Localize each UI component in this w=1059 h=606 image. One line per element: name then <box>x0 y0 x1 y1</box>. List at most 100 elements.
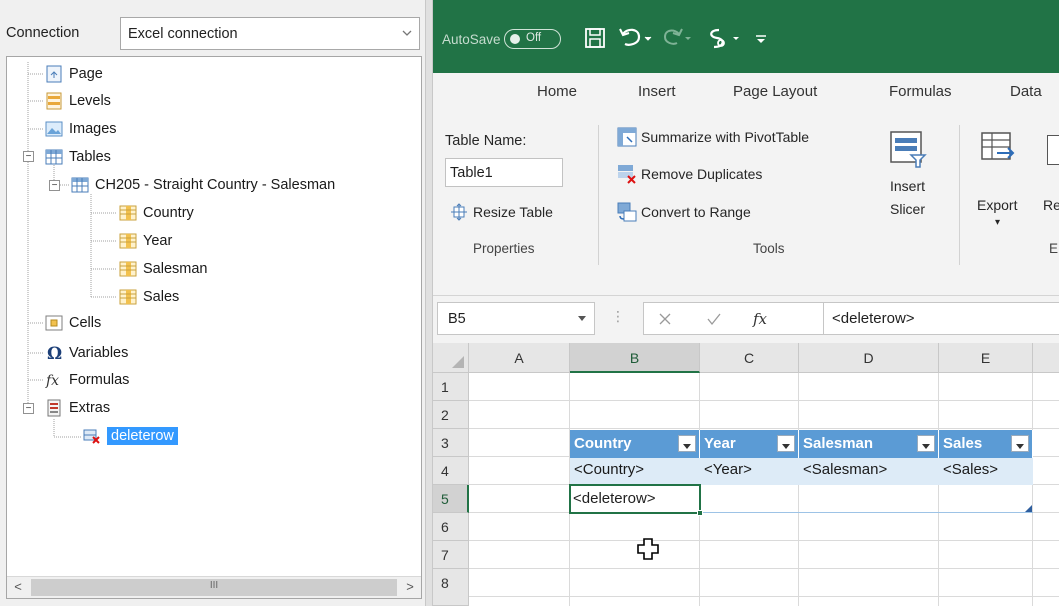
summarize-pivottable-button[interactable]: Summarize with PivotTable <box>617 127 809 147</box>
export-button[interactable]: Export ▾ <box>973 129 1029 229</box>
scroll-right-button[interactable]: > <box>399 577 421 598</box>
table-icon <box>71 177 89 193</box>
tree-horizontal-scrollbar[interactable]: < III > <box>7 576 421 598</box>
tree-item-label: Country <box>143 205 194 221</box>
row-header-4[interactable]: 4 <box>433 457 469 485</box>
name-box-value: B5 <box>448 311 466 327</box>
scroll-thumb[interactable]: III <box>31 579 397 596</box>
tree-item-salesman[interactable]: Salesman <box>119 258 207 280</box>
tree-item-cells[interactable]: Cells <box>45 312 101 334</box>
table-header-salesman[interactable]: Salesman <box>799 430 939 458</box>
formula-input[interactable]: <deleterow> <box>823 302 1059 335</box>
table-cell-year[interactable]: <Year> <box>700 461 752 478</box>
insert-slicer-button[interactable]: Insert Slicer <box>881 129 937 229</box>
tree-item-label: Salesman <box>143 261 208 277</box>
column-header-d[interactable]: D <box>799 343 939 373</box>
tree-item-label: Year <box>143 233 173 249</box>
template-tree[interactable]: − − − Page Levels Images Tables CH205 - … <box>6 56 422 599</box>
table-header-sales[interactable]: Sales <box>939 430 1033 458</box>
tree-item-tables[interactable]: Tables <box>45 146 111 168</box>
tree-item-year[interactable]: Year <box>119 230 172 252</box>
enter-icon[interactable] <box>706 312 722 326</box>
slicer-icon <box>890 131 927 168</box>
tree-item-formulas[interactable]: fx Formulas <box>45 369 129 391</box>
tree-item-sales[interactable]: Sales <box>119 286 179 308</box>
insert-slicer-label-1: Insert <box>890 178 926 194</box>
fill-handle[interactable] <box>697 510 703 516</box>
images-icon <box>45 121 63 137</box>
autosave-toggle[interactable]: Off <box>504 29 561 49</box>
row-header-5[interactable]: 5 <box>433 485 469 513</box>
row-header-6[interactable]: 6 <box>433 513 469 541</box>
panel-splitter[interactable] <box>425 0 433 606</box>
row-header-8[interactable]: 8 <box>433 569 469 606</box>
excel-window: AutoSave Off Home Insert Page Layout For… <box>433 0 1059 606</box>
tree-item-label: Sales <box>143 289 180 305</box>
save-icon[interactable] <box>583 25 607 51</box>
row-header-3[interactable]: 3 <box>433 429 469 457</box>
worksheet-grid[interactable]: A B C D E 1 2 3 4 5 6 7 8 Country Year S… <box>433 343 1059 606</box>
tree-item-levels[interactable]: Levels <box>45 90 111 112</box>
table-cell-salesman[interactable]: <Salesman> <box>799 461 887 478</box>
name-box-dropdown-icon[interactable] <box>578 316 586 321</box>
tree-item-country[interactable]: Country <box>119 202 194 224</box>
tree-item-table-ch205[interactable]: CH205 - Straight Country - Salesman <box>71 174 335 196</box>
table-cell-country[interactable]: <Country> <box>570 461 644 478</box>
column-header-b[interactable]: B <box>570 343 700 373</box>
select-all-corner[interactable] <box>433 343 469 373</box>
table-collapse-toggle[interactable]: − <box>49 180 60 191</box>
column-header-a[interactable]: A <box>469 343 570 373</box>
column-header-c[interactable]: C <box>700 343 799 373</box>
connection-dropdown[interactable]: Excel connection <box>120 17 420 50</box>
extras-collapse-toggle[interactable]: − <box>23 403 34 414</box>
convert-to-range-icon <box>617 202 637 222</box>
column-header-f[interactable] <box>1033 343 1059 373</box>
active-cell-b5[interactable]: <deleterow> <box>569 484 701 514</box>
gridline <box>469 540 1059 541</box>
tree-item-variables[interactable]: Ω Variables <box>45 342 128 364</box>
customize-toolbar-icon[interactable] <box>751 25 771 51</box>
table-header-year[interactable]: Year <box>700 430 799 458</box>
tab-home[interactable]: Home <box>537 83 577 100</box>
properties-group-label: Properties <box>473 241 535 256</box>
formula-value: <deleterow> <box>832 310 915 327</box>
tree-item-images[interactable]: Images <box>45 118 117 140</box>
remove-duplicates-button[interactable]: Remove Duplicates <box>617 164 762 184</box>
table-header-country[interactable]: Country <box>570 430 700 458</box>
refresh-button[interactable]: Re <box>1043 129 1059 229</box>
table-resize-handle-icon[interactable] <box>1025 505 1032 512</box>
tree-item-deleterow[interactable]: deleterow <box>83 425 178 447</box>
tab-data[interactable]: Data <box>1010 83 1042 100</box>
filter-dropdown-icon[interactable] <box>1011 435 1029 452</box>
filter-dropdown-icon[interactable] <box>777 435 795 452</box>
tree-item-page[interactable]: Page <box>45 63 103 85</box>
name-box[interactable]: B5 <box>437 302 595 335</box>
insert-function-icon[interactable]: fx <box>752 309 774 329</box>
table-header-label: Country <box>574 435 632 452</box>
redo-icon[interactable] <box>661 25 699 51</box>
svg-text:fx: fx <box>752 310 768 328</box>
tables-collapse-toggle[interactable]: − <box>23 151 34 162</box>
row-header-7[interactable]: 7 <box>433 541 469 569</box>
resize-table-button[interactable]: Resize Table <box>450 203 553 221</box>
custom-quick-access-icon[interactable] <box>705 25 745 51</box>
convert-to-range-label: Convert to Range <box>641 204 751 220</box>
tree-item-label: Extras <box>69 400 111 416</box>
filter-dropdown-icon[interactable] <box>917 435 935 452</box>
undo-icon[interactable] <box>617 25 657 51</box>
table-name-label: Table Name: <box>445 133 527 149</box>
row-header-2[interactable]: 2 <box>433 401 469 429</box>
tab-page-layout[interactable]: Page Layout <box>733 83 817 100</box>
table-cell-sales[interactable]: <Sales> <box>939 461 998 478</box>
filter-dropdown-icon[interactable] <box>678 435 696 452</box>
tree-item-label: Images <box>69 121 117 137</box>
row-header-1[interactable]: 1 <box>433 373 469 401</box>
tab-formulas[interactable]: Formulas <box>889 83 952 100</box>
convert-to-range-button[interactable]: Convert to Range <box>617 202 751 222</box>
tab-insert[interactable]: Insert <box>638 83 676 100</box>
tree-item-extras[interactable]: Extras <box>45 397 110 419</box>
table-name-input[interactable]: Table1 <box>445 158 563 187</box>
scroll-left-button[interactable]: < <box>7 577 29 598</box>
column-header-e[interactable]: E <box>939 343 1033 373</box>
cancel-icon[interactable] <box>658 312 672 326</box>
